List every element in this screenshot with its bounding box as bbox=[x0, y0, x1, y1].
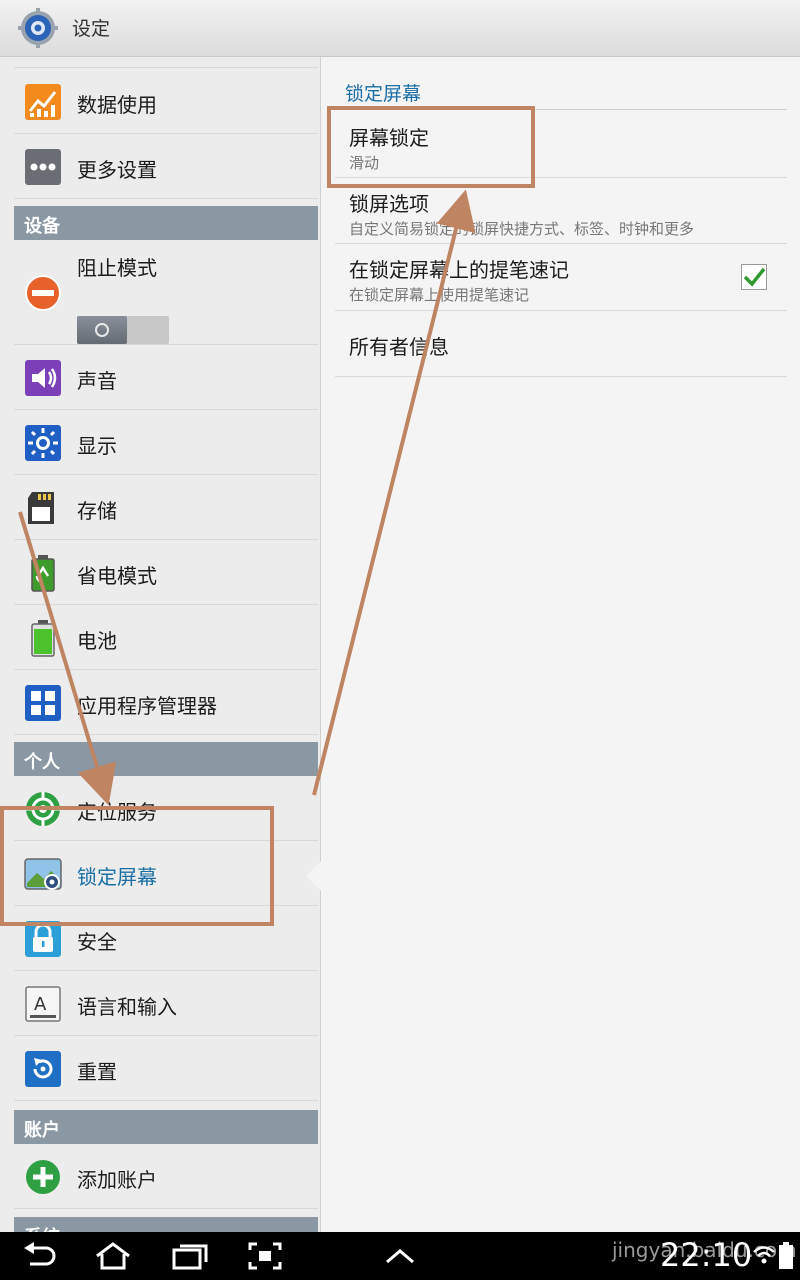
battery-status-icon bbox=[779, 1242, 793, 1269]
arrow-to-screen-lock bbox=[312, 189, 476, 796]
screenshot-icon[interactable] bbox=[248, 1242, 282, 1270]
annotation-arrows bbox=[18, 189, 476, 806]
back-icon[interactable] bbox=[22, 1242, 56, 1270]
recent-apps-icon[interactable] bbox=[172, 1242, 208, 1270]
status-clock: 22:10 bbox=[660, 1236, 753, 1274]
wifi-icon bbox=[753, 1246, 775, 1264]
arrow-to-lock-screen bbox=[18, 511, 117, 806]
system-navigation-bar: jingyan.baidu.com 22:10 bbox=[0, 1232, 800, 1280]
chevron-up-icon[interactable] bbox=[385, 1248, 415, 1264]
home-icon[interactable] bbox=[93, 1242, 133, 1270]
